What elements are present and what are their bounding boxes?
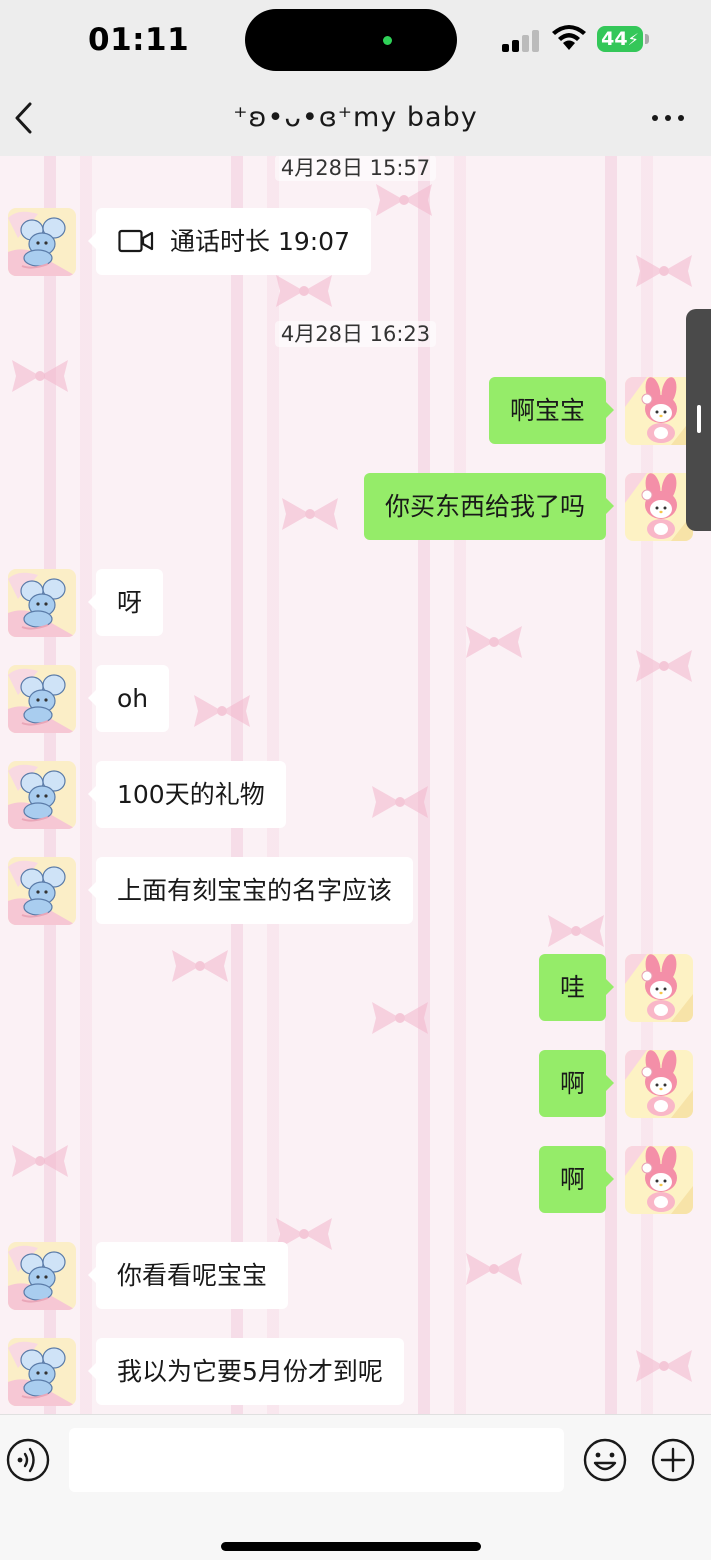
bow-decoration bbox=[466, 626, 522, 658]
message-bubble-sent[interactable]: 你买东西给我了吗 bbox=[363, 473, 615, 540]
bow-decoration bbox=[372, 1002, 428, 1034]
contact-avatar[interactable] bbox=[8, 1338, 76, 1406]
handle-grip bbox=[697, 405, 701, 433]
contact-avatar[interactable] bbox=[8, 208, 76, 276]
input-bar bbox=[0, 1414, 711, 1560]
my-avatar[interactable] bbox=[625, 1050, 693, 1118]
bow-decoration bbox=[636, 650, 692, 682]
bow-decoration bbox=[12, 360, 68, 392]
battery-cap bbox=[645, 34, 649, 44]
camera-indicator-icon bbox=[383, 36, 392, 45]
message-bubble-received[interactable]: 100天的礼物 bbox=[88, 761, 286, 828]
voice-icon[interactable] bbox=[5, 1437, 51, 1483]
message-bubble-received[interactable]: 呀 bbox=[87, 569, 164, 636]
contact-avatar[interactable] bbox=[8, 569, 76, 637]
message-bubble-received[interactable]: 上面有刻宝宝的名字应该 bbox=[87, 857, 414, 924]
message-bubble-sent[interactable]: 啊 bbox=[538, 1050, 615, 1117]
bow-decoration bbox=[172, 950, 228, 982]
message-input[interactable] bbox=[69, 1428, 564, 1492]
bow-decoration bbox=[636, 255, 692, 287]
message-bubble-sent[interactable]: 哇 bbox=[538, 954, 615, 1021]
message-timestamp: 4月28日 16:23 bbox=[0, 318, 711, 348]
contact-avatar[interactable] bbox=[8, 1242, 76, 1310]
bow-decoration bbox=[548, 915, 604, 947]
my-avatar[interactable] bbox=[625, 377, 693, 445]
cellular-signal-icon bbox=[502, 28, 542, 52]
video-call-icon bbox=[118, 229, 154, 253]
contact-avatar[interactable] bbox=[8, 857, 76, 925]
side-floating-handle[interactable] bbox=[686, 309, 711, 531]
battery-indicator: 44⚡ bbox=[597, 26, 643, 52]
contact-avatar[interactable] bbox=[8, 665, 76, 733]
bow-decoration bbox=[276, 275, 332, 307]
bow-decoration bbox=[194, 695, 250, 727]
message-bubble-received[interactable]: 我以为它要5月份才到呢 bbox=[88, 1338, 404, 1405]
bow-decoration bbox=[12, 1145, 68, 1177]
message-bubble-received[interactable]: oh bbox=[87, 665, 170, 732]
chat-message-list[interactable]: 4月28日 15:57 通话时长 19:07 4月28日 16:23 啊宝宝 你… bbox=[0, 156, 711, 1414]
call-duration-text: 通话时长 19:07 bbox=[170, 227, 350, 256]
my-avatar[interactable] bbox=[625, 1146, 693, 1214]
message-bubble-sent[interactable]: 啊宝宝 bbox=[488, 377, 615, 444]
message-bubble-received[interactable]: 你看看呢宝宝 bbox=[87, 1242, 289, 1309]
bow-decoration bbox=[636, 1350, 692, 1382]
contact-avatar[interactable] bbox=[8, 761, 76, 829]
message-bubble-sent[interactable]: 啊 bbox=[538, 1146, 615, 1213]
dynamic-island bbox=[245, 9, 457, 71]
bow-decoration bbox=[466, 1253, 522, 1285]
my-avatar[interactable] bbox=[625, 954, 693, 1022]
bow-decoration bbox=[282, 498, 338, 530]
status-time: 01:11 bbox=[88, 22, 190, 58]
emoji-icon[interactable] bbox=[582, 1437, 628, 1483]
nav-bar: ⁺ʚ•ᴗ•ɞ⁺my baby bbox=[0, 80, 711, 156]
chat-title: ⁺ʚ•ᴗ•ɞ⁺my baby bbox=[233, 102, 478, 133]
wifi-icon bbox=[552, 25, 586, 50]
bow-decoration bbox=[372, 786, 428, 818]
more-icon[interactable] bbox=[648, 104, 688, 132]
plus-icon[interactable] bbox=[650, 1437, 696, 1483]
my-avatar[interactable] bbox=[625, 473, 693, 541]
home-indicator[interactable] bbox=[221, 1542, 481, 1551]
status-bar: 01:11 44⚡ bbox=[0, 0, 711, 80]
call-record-bubble[interactable]: 通话时长 19:07 bbox=[88, 208, 371, 275]
message-timestamp: 4月28日 15:57 bbox=[0, 156, 711, 182]
battery-level: 44 bbox=[601, 28, 628, 50]
bow-decoration bbox=[376, 184, 432, 216]
